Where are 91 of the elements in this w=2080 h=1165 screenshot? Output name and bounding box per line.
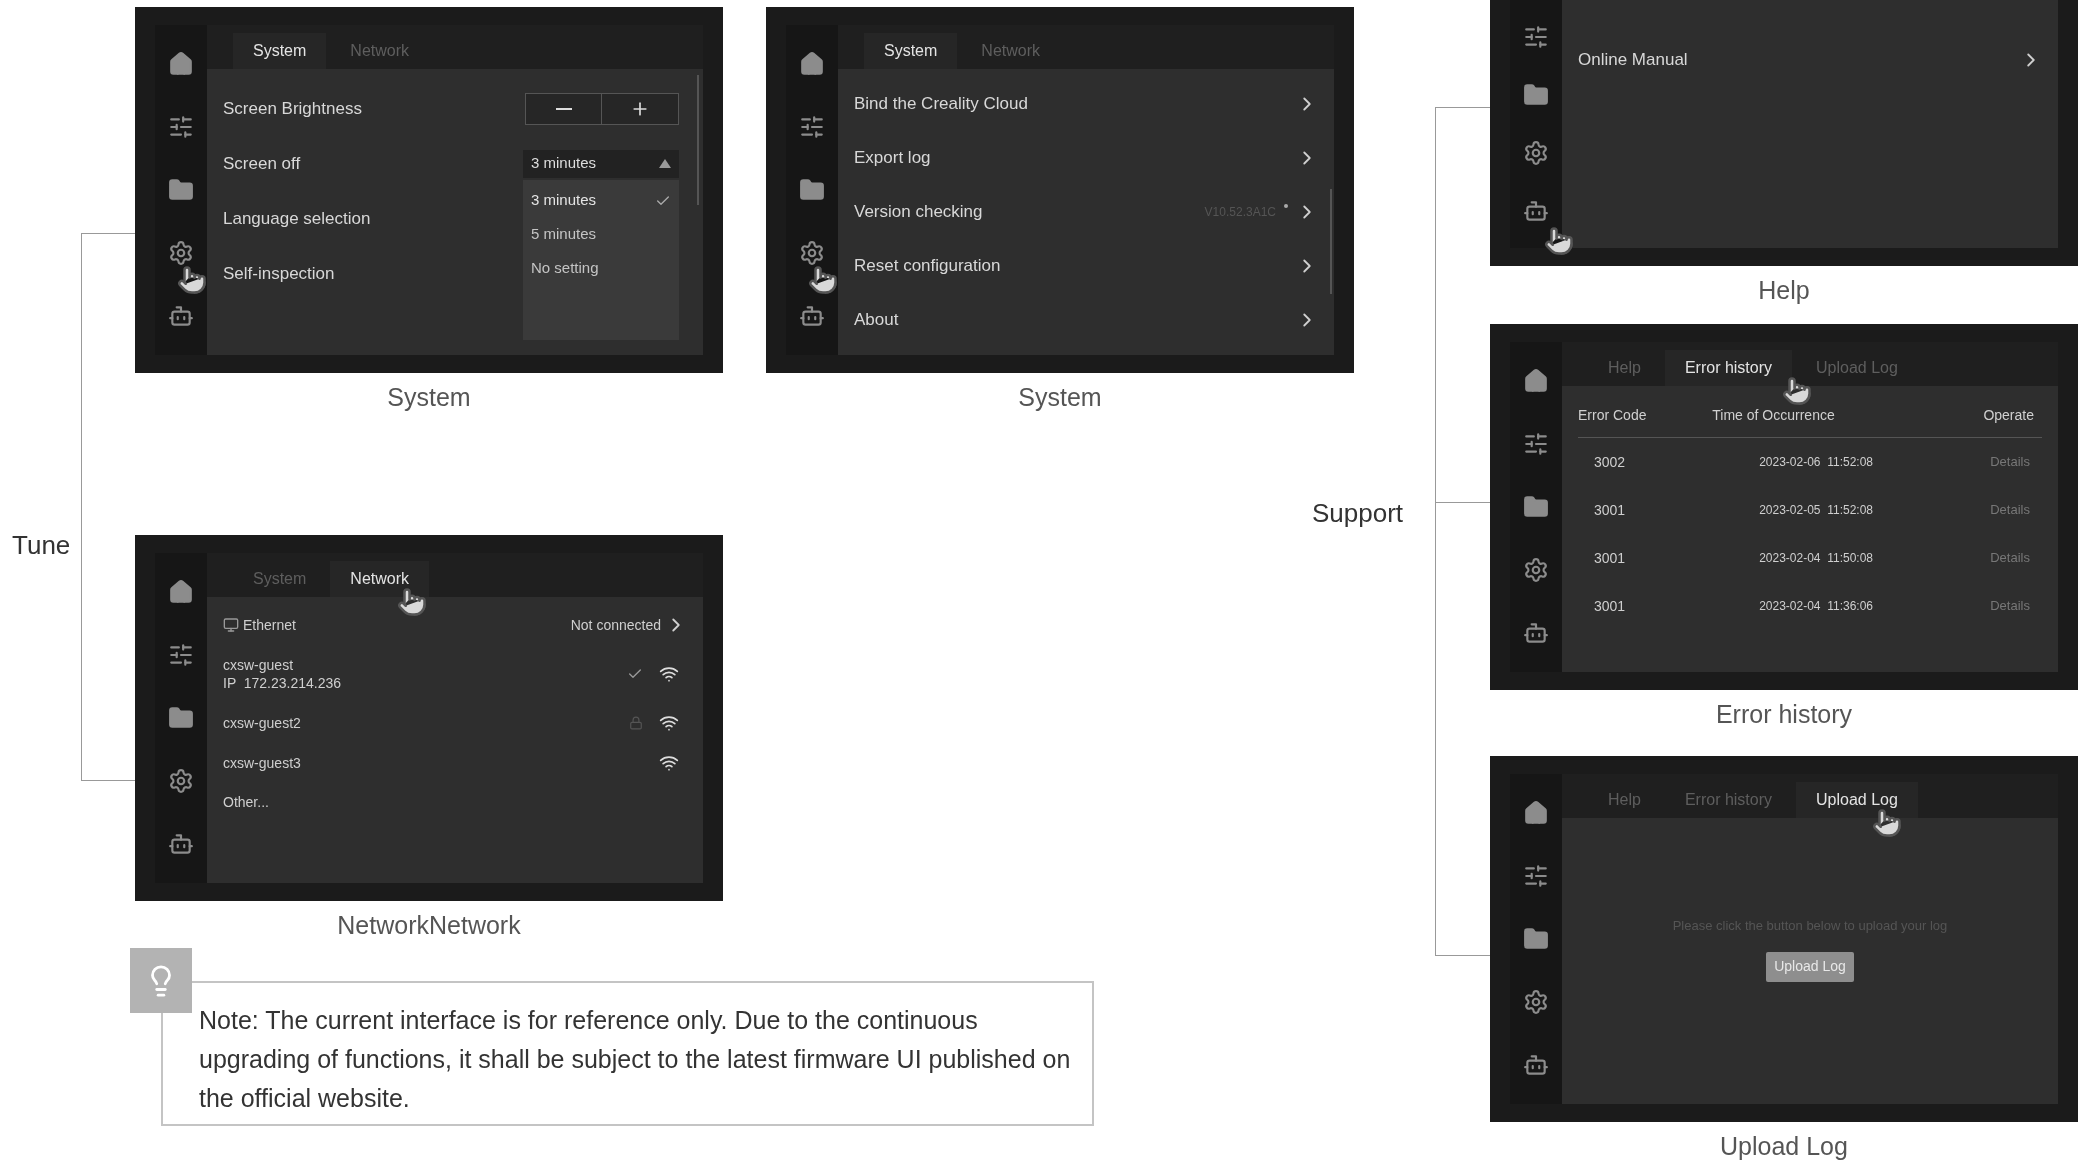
time-cell-text: 2023-02-05 11:52:08 [1758, 502, 1875, 519]
hand-pointer-icon [397, 587, 427, 617]
hand-pointer-icon [1872, 808, 1902, 838]
folder-icon[interactable] [1523, 82, 1549, 108]
home-icon[interactable] [1523, 800, 1549, 827]
setting-label[interactable]: Screen off [223, 150, 301, 177]
menu-item[interactable]: About [854, 293, 1318, 347]
dropdown-option[interactable]: 3 minutes [523, 183, 679, 218]
sliders-icon[interactable] [1523, 863, 1549, 890]
folder-icon[interactable] [168, 177, 194, 203]
gear-icon[interactable] [1523, 988, 1549, 1015]
menu-item[interactable]: Export log [854, 131, 1318, 185]
error-code-cell-text: 3001 [1593, 548, 1627, 568]
gear-icon[interactable] [799, 239, 825, 266]
wifi-icon [659, 664, 679, 684]
figure-caption: System [387, 382, 471, 413]
home-icon[interactable] [168, 51, 194, 78]
error-code-cell-text: 3002 [1593, 452, 1627, 472]
sliders-icon[interactable] [799, 114, 825, 141]
group-label: Support [1312, 497, 1404, 530]
home-icon[interactable] [168, 579, 194, 606]
wifi-icon [659, 713, 679, 733]
figure-caption: NetworkNetwork [337, 910, 521, 941]
wifi-icon [659, 753, 679, 773]
tab[interactable]: System [233, 33, 327, 69]
menu-item-label: Bind the Creality Cloud [854, 93, 1028, 116]
sliders-icon[interactable] [1523, 24, 1549, 50]
menu-item[interactable]: Reset configuration [854, 239, 1318, 293]
time-cell-text: 2023-02-04 11:50:08 [1758, 550, 1875, 567]
dropdown-option[interactable]: 5 minutes [523, 217, 679, 252]
tab[interactable]: Error history [1664, 350, 1793, 386]
column-header: Time of Occurrence [1712, 406, 1836, 425]
hand-pointer-icon [177, 265, 207, 295]
menu-item[interactable]: Bind the Creality Cloud [854, 77, 1318, 131]
folder-icon[interactable] [799, 177, 825, 203]
sliders-icon[interactable] [168, 114, 194, 141]
network-name: cxsw-guest [223, 656, 295, 674]
ethernet-row[interactable]: Ethernet Not connected [223, 605, 687, 645]
folder-icon[interactable] [1523, 926, 1549, 952]
hand-pointer-icon [1544, 226, 1574, 256]
home-icon[interactable] [1523, 368, 1549, 395]
network-name: cxsw-guest2 [223, 714, 301, 732]
time-cell-text: 2023-02-06 11:52:08 [1758, 454, 1875, 471]
figure-caption: System [1018, 382, 1102, 413]
wifi-network-item[interactable]: cxsw-guest3 [223, 743, 687, 783]
increase-button[interactable] [602, 93, 678, 124]
setting-label[interactable]: Self-inspection [223, 260, 335, 287]
home-icon[interactable] [799, 51, 825, 78]
figure-caption: Error history [1715, 699, 1853, 730]
dropdown-field[interactable]: 3 minutes [523, 149, 679, 178]
other-network-link[interactable]: Other... [223, 783, 269, 821]
note-text: Note: The current interface is for reference only. Due to the continuous upgrading of functions, it shall be subject to the latest firmware UI published on the official website. [199, 1005, 1072, 1114]
folder-icon[interactable] [1523, 494, 1549, 520]
menu-item-label: Export log [854, 147, 931, 170]
gear-icon[interactable] [1523, 140, 1549, 166]
column-header: Operate [1982, 406, 2035, 425]
hand-pointer-icon [808, 265, 838, 295]
setting-label[interactable]: Screen Brightness [223, 95, 362, 122]
time-cell-text: 2023-02-04 11:36:06 [1758, 598, 1875, 615]
menu-item-label: Online Manual [1578, 49, 1688, 72]
ip-address: IP 172.23.214.236 [223, 674, 342, 692]
gear-icon[interactable] [168, 767, 194, 794]
monitor-icon [223, 617, 239, 633]
figure-caption: Help [1758, 275, 1810, 306]
gear-icon[interactable] [1523, 556, 1549, 583]
tab[interactable]: Network [330, 561, 430, 597]
sliders-icon[interactable] [1523, 431, 1549, 458]
figure-caption: Upload Log [1720, 1131, 1848, 1162]
wifi-network-item[interactable]: cxsw-guest2 [223, 703, 687, 743]
minus-icon [555, 107, 572, 110]
setting-label[interactable]: Language selection [223, 205, 371, 232]
group-label: Tune [12, 529, 71, 562]
ethernet-label: Ethernet [243, 615, 296, 635]
connection-status: Not connected [570, 615, 661, 635]
dropdown-option[interactable]: No setting [523, 251, 679, 286]
gear-icon[interactable] [168, 239, 194, 266]
folder-icon[interactable] [168, 705, 194, 731]
menu-item-label: Version checking [854, 201, 983, 224]
network-name: cxsw-guest3 [223, 754, 301, 772]
caret-up-icon [659, 159, 671, 168]
error-code-cell-text: 3001 [1593, 596, 1627, 616]
wifi-network-item[interactable]: cxsw-guest IP 172.23.214.236 [223, 645, 687, 703]
hand-pointer-icon [1782, 376, 1812, 406]
tab[interactable]: Upload Log [1796, 782, 1918, 818]
column-header: Error Code [1578, 406, 1648, 425]
menu-item-label: About [854, 309, 899, 332]
sliders-icon[interactable] [168, 642, 194, 669]
robot-icon[interactable] [1523, 198, 1549, 224]
menu-item-label: Reset configuration [854, 255, 1001, 278]
error-code-cell-text: 3001 [1593, 500, 1627, 520]
tab[interactable]: System [864, 33, 958, 69]
